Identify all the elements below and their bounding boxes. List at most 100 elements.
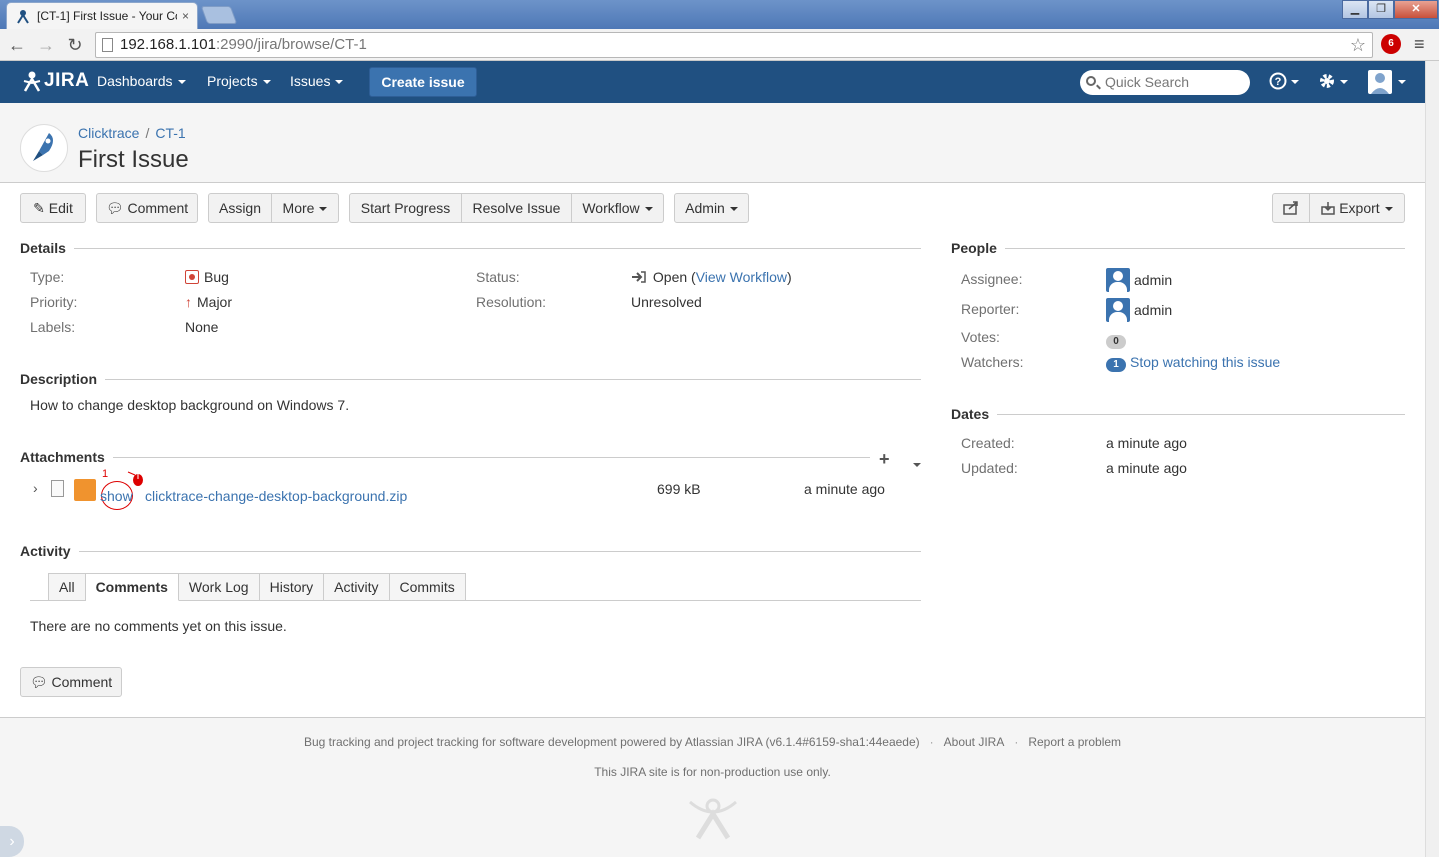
quick-search-input[interactable]: Quick Search <box>1080 70 1250 95</box>
browser-tab[interactable]: [CT-1] First Issue - Your Co × <box>6 2 198 29</box>
jira-header: JIRA Dashboards Projects Issues Create i… <box>0 61 1425 103</box>
back-icon[interactable]: ← <box>6 34 28 56</box>
browser-menu-icon[interactable]: ≡ <box>1414 34 1425 55</box>
help-icon[interactable]: ? <box>1269 71 1301 96</box>
about-jira-link[interactable]: About JIRA <box>944 735 1005 749</box>
attachment-file-link[interactable]: clicktrace-change-desktop-background.zip <box>145 488 407 504</box>
watchers-badge[interactable]: 1 <box>1106 358 1126 372</box>
tab-work-log[interactable]: Work Log <box>178 573 260 601</box>
tab-all[interactable]: All <box>48 573 86 601</box>
type-value-text: Bug <box>204 269 229 285</box>
more-button[interactable]: More <box>272 193 339 223</box>
create-issue-button[interactable]: Create issue <box>369 67 477 97</box>
nav-issues[interactable]: Issues <box>290 73 344 89</box>
non-production-notice: This JIRA site is for non-production use… <box>594 765 831 779</box>
tab-commits[interactable]: Commits <box>389 573 466 601</box>
attachments-options-icon[interactable] <box>908 456 921 472</box>
no-comments-text: There are no comments yet on this issue. <box>30 618 287 634</box>
resolve-issue-button[interactable]: Resolve Issue <box>462 193 572 223</box>
assign-button[interactable]: Assign <box>208 193 272 223</box>
comment-button[interactable]: 💬︎ Comment <box>96 193 198 223</box>
nav-dashboards[interactable]: Dashboards <box>97 73 186 89</box>
forward-icon[interactable]: → <box>35 34 57 56</box>
reporter-value: admin <box>1106 298 1172 322</box>
tab-title: [CT-1] First Issue - Your Co <box>37 9 177 23</box>
created-label: Created: <box>961 435 1015 451</box>
atlassian-logo-icon <box>688 792 738 843</box>
maximize-button[interactable]: ❐ <box>1368 0 1394 19</box>
attachments-heading: Attachments <box>20 449 113 465</box>
more-label: More <box>282 200 315 216</box>
speech-bubble-icon: 💬︎ <box>29 674 48 690</box>
watchers-value: 1 Stop watching this issue <box>1106 354 1280 372</box>
page-scrollbar[interactable] <box>1425 61 1439 857</box>
breadcrumb-issue-key[interactable]: CT-1 <box>155 125 185 141</box>
user-avatar-icon[interactable] <box>1368 69 1408 100</box>
show-link[interactable]: show <box>100 488 133 504</box>
bookmark-star-icon[interactable]: ☆ <box>1350 33 1366 57</box>
workflow-button[interactable]: Workflow <box>572 193 664 223</box>
expand-attachment-icon[interactable]: › <box>33 480 38 496</box>
tab-close-icon[interactable]: × <box>182 9 189 23</box>
powered-by-text: Bug tracking and project tracking for so… <box>303 735 920 749</box>
start-progress-button[interactable]: Start Progress <box>349 193 462 223</box>
jira-logo[interactable]: JIRA <box>22 70 89 92</box>
assignee-value: admin <box>1106 268 1172 292</box>
export-button[interactable]: Export <box>1310 193 1405 223</box>
status-open-icon <box>632 271 646 283</box>
nav-projects-label: Projects <box>207 73 258 89</box>
jira-favicon-icon <box>15 8 31 24</box>
description-text: How to change desktop background on Wind… <box>30 397 350 413</box>
priority-label: Priority: <box>30 294 78 310</box>
admin-button[interactable]: Admin <box>674 193 749 223</box>
extension-icon[interactable]: 6 <box>1381 34 1401 54</box>
type-label: Type: <box>30 269 65 285</box>
chevron-down-icon <box>729 207 738 212</box>
speech-bubble-icon: 💬︎ <box>105 200 124 216</box>
add-attachment-icon[interactable]: + <box>879 449 890 470</box>
chevron-down-icon <box>913 463 921 468</box>
assignee-label: Assignee: <box>961 271 1023 287</box>
status-label: Status: <box>476 269 520 285</box>
minimize-button[interactable]: ▁ <box>1342 0 1368 19</box>
close-window-button[interactable]: ✕ <box>1394 0 1438 19</box>
tab-comments[interactable]: Comments <box>85 573 179 601</box>
nav-projects[interactable]: Projects <box>207 73 271 89</box>
view-workflow-link[interactable]: View Workflow <box>696 269 787 285</box>
chevron-down-icon <box>644 207 653 212</box>
nav-dashboards-label: Dashboards <box>97 73 173 89</box>
pencil-icon: ✎ <box>33 200 45 216</box>
export-label: Export <box>1339 200 1380 216</box>
reporter-name[interactable]: admin <box>1134 302 1172 318</box>
chevron-down-icon <box>335 80 344 85</box>
report-problem-link[interactable]: Report a problem <box>1028 735 1121 749</box>
tab-activity[interactable]: Activity <box>324 573 390 601</box>
rocket-icon <box>33 133 53 161</box>
add-comment-button[interactable]: 💬︎ Comment <box>20 667 122 697</box>
attachment-size: 699 kB <box>657 481 701 497</box>
created-value: a minute ago <box>1106 435 1187 451</box>
breadcrumb-project[interactable]: Clicktrace <box>78 125 139 141</box>
share-button[interactable] <box>1272 193 1310 223</box>
priority-value-text: Major <box>197 294 233 310</box>
reload-icon[interactable]: ↻ <box>64 34 86 56</box>
footer-links: Bug tracking and project tracking for so… <box>303 735 1122 749</box>
description-divider <box>20 379 921 380</box>
description-heading: Description <box>20 371 106 387</box>
votes-badge[interactable]: 0 <box>1106 335 1126 349</box>
address-bar[interactable]: 192.168.1.101:2990/jira/browse/CT-1 ☆ <box>95 32 1373 58</box>
nav-issues-label: Issues <box>290 73 331 89</box>
browser-titlebar: [CT-1] First Issue - Your Co × ▁ ❐ ✕ <box>0 0 1439 29</box>
reporter-label: Reporter: <box>961 301 1020 317</box>
edit-button[interactable]: ✎ Edit <box>20 193 86 223</box>
gear-icon[interactable] <box>1318 71 1350 96</box>
assignee-name[interactable]: admin <box>1134 272 1172 288</box>
stop-watching-link[interactable]: Stop watching this issue <box>1130 354 1280 370</box>
tab-history[interactable]: History <box>259 573 325 601</box>
project-avatar[interactable] <box>20 124 68 172</box>
new-tab-button[interactable] <box>200 6 238 24</box>
share-icon <box>1283 201 1298 215</box>
bug-icon <box>185 270 199 284</box>
url-path: :2990/jira/browse/CT-1 <box>215 36 367 53</box>
quick-search-placeholder: Quick Search <box>1105 74 1190 90</box>
